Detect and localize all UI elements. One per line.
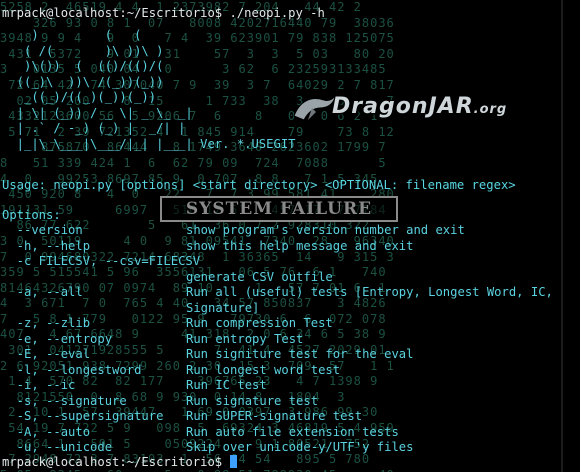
final-prompt-text: mrpack@localhost:~/Escritorio$ bbox=[2, 455, 223, 469]
option-description: Run IC test bbox=[186, 378, 267, 392]
prompt-text: mrpack@localhost:~/Escritorio$ bbox=[2, 6, 223, 20]
option-flag: -s, --signature bbox=[2, 393, 127, 408]
option-flag: -h, --help bbox=[2, 238, 91, 253]
option-description: Run signature test bbox=[186, 393, 319, 408]
option-flag: -c FILECSV, --csv=FILECSV bbox=[2, 254, 201, 268]
option-description: Run longest word test bbox=[186, 362, 341, 377]
option-flag: -i, --ic bbox=[2, 378, 76, 392]
banner-line: ((_)\ ))\ /(_))(_)) bbox=[2, 74, 164, 89]
option-flag: --version bbox=[2, 223, 83, 237]
option-description: Run entropy Test bbox=[186, 331, 304, 346]
usage-line: Usage: neopi.py [options] <start directo… bbox=[2, 178, 516, 192]
option-flag: -z, --zlib bbox=[2, 316, 91, 330]
banner-line: |_|\_\___|\___/|_| |___| Ver. *.USEGIT bbox=[2, 136, 296, 151]
option-description: Run signiture test for the eval bbox=[186, 347, 414, 361]
option-description: generate CSV outfile bbox=[186, 269, 333, 284]
banner-line: | \| (_)) / _ \| _ \_ _| bbox=[2, 105, 193, 120]
option-flag: -E, --eval bbox=[2, 347, 91, 361]
option-description: Run SUPER-signature test bbox=[186, 409, 363, 423]
option-flag: -S, --supersignature bbox=[2, 409, 164, 423]
window-scrollbar[interactable] bbox=[561, 0, 563, 472]
option-flag: -a, --all bbox=[2, 285, 83, 299]
terminal-window[interactable]: mrpack@localhost:~/Escritorio$ ./neopi.p… bbox=[0, 0, 560, 472]
option-description: Skip over unicode-y/UTF'y files bbox=[186, 440, 414, 454]
text-cursor bbox=[230, 455, 238, 468]
option-flag: -u, --unicode bbox=[2, 440, 113, 454]
command-text: ./neopi.py -h bbox=[229, 6, 325, 20]
banner-line: )\()) ( (()/(()/( bbox=[2, 59, 164, 73]
option-description: show program's version number and exit bbox=[186, 223, 465, 237]
option-flag: -A, --auto bbox=[2, 424, 91, 439]
banner-line: ( /( )\ ))\ ) bbox=[2, 43, 164, 58]
option-description: Run compression Test bbox=[186, 316, 333, 330]
option-description: Run all (useful) tests [Entropy, Longest… bbox=[186, 285, 553, 299]
option-description: Run auto file extension tests bbox=[186, 424, 399, 439]
command-line: mrpack@localhost:~/Escritorio$ ./neopi.p… bbox=[2, 6, 325, 21]
option-flag: -e, --entropy bbox=[2, 331, 113, 346]
option-flag: -l, --longestword bbox=[2, 362, 142, 377]
options-header: Options: bbox=[2, 208, 61, 222]
banner-line: ) ( ( bbox=[2, 28, 142, 42]
option-description: Signature] bbox=[186, 300, 260, 315]
final-prompt-line[interactable]: mrpack@localhost:~/Escritorio$ bbox=[2, 455, 238, 470]
banner-line: | .` / -_) (_) | _/| | bbox=[2, 121, 186, 135]
option-description: show this help message and exit bbox=[186, 238, 414, 253]
banner-line: _((_)/((_)(_))(_)) bbox=[2, 90, 157, 104]
